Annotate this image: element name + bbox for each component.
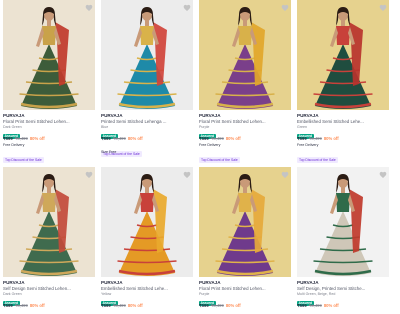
product-image[interactable] — [3, 0, 95, 110]
price-row: ₹599 ₹3,499 80% off — [297, 135, 389, 142]
product-mrp: ₹3,499 — [210, 303, 224, 308]
wishlist-heart-icon[interactable] — [85, 171, 93, 179]
product-mrp: ₹3,499 — [210, 136, 224, 141]
product-card[interactable]: PURVAJA Self Design, Printed Semi Stitche… — [297, 167, 389, 314]
product-mrp: ₹3,499 — [308, 136, 322, 141]
product-info: PURVAJA Self Design, Printed Semi Stitche… — [297, 280, 389, 309]
product-price: ₹599 — [3, 136, 13, 141]
product-discount: 80% off — [323, 303, 339, 308]
product-info: PURVAJA Embellished Semi Stitched Lehe...… — [297, 113, 389, 163]
product-image[interactable] — [199, 167, 291, 277]
product-price: ₹599 — [297, 303, 307, 308]
wishlist-heart-icon[interactable] — [85, 4, 93, 12]
wishlist-heart-icon[interactable] — [281, 171, 289, 179]
product-discount: 80% off — [29, 136, 45, 141]
product-info: PURVAJA Floral Print Semi Stitched Lehen.… — [3, 113, 95, 163]
price-row: ₹599 ₹3,499 80% off — [199, 302, 291, 309]
product-card[interactable]: PURVAJA Floral Print Semi Stitched Lehen.… — [199, 167, 291, 314]
product-card[interactable]: PURVAJA Printed Semi Stitched Lehenga ...… — [101, 0, 193, 160]
product-card[interactable]: PURVAJA Embellished Semi Stitched Lehe...… — [297, 0, 389, 163]
product-mrp: ₹3,499 — [14, 136, 28, 141]
price-row: ₹599 ₹3,499 80% off — [199, 135, 291, 142]
product-info: PURVAJA Printed Semi Stitched Lehenga ...… — [101, 113, 193, 157]
product-image[interactable] — [3, 167, 95, 277]
product-card[interactable]: PURVAJA Floral Print Semi Stitched Lehen.… — [199, 0, 291, 163]
product-mrp: ₹3,499 — [308, 303, 322, 308]
product-price: ₹599 — [101, 303, 111, 308]
product-discount: 80% off — [225, 303, 241, 308]
price-row: ₹599 ₹3,499 80% off — [297, 302, 389, 309]
product-price: ₹599 — [101, 136, 111, 141]
product-price: ₹599 — [297, 136, 307, 141]
product-discount: 80% off — [225, 136, 241, 141]
wishlist-heart-icon[interactable] — [183, 4, 191, 12]
size-label: Size Free — [101, 150, 117, 154]
product-price: ₹599 — [3, 303, 13, 308]
product-info: PURVAJA Self Design Semi Stitched Lehen..… — [3, 280, 95, 309]
wishlist-heart-icon[interactable] — [183, 171, 191, 179]
product-image[interactable] — [297, 0, 389, 110]
wishlist-heart-icon[interactable] — [379, 171, 387, 179]
price-row: ₹599 ₹3,499 80% off — [3, 135, 95, 142]
price-row: ₹599 ₹3,499 80% off — [101, 302, 193, 309]
sale-tag: Top Discount of the Sale — [297, 157, 338, 163]
product-card[interactable]: PURVAJA Floral Print Semi Stitched Lehen.… — [3, 0, 95, 163]
product-price: ₹599 — [199, 136, 209, 141]
wishlist-heart-icon[interactable] — [281, 4, 289, 12]
product-card[interactable]: PURVAJA Embellished Semi Stitched Lehe...… — [101, 167, 193, 314]
product-info: PURVAJA Embellished Semi Stitched Lehe...… — [101, 280, 193, 309]
product-image[interactable] — [101, 167, 193, 277]
product-discount: 80% off — [127, 303, 143, 308]
wishlist-heart-icon[interactable] — [379, 4, 387, 12]
product-grid: PURVAJA Floral Print Semi Stitched Lehen.… — [0, 0, 400, 314]
product-info: PURVAJA Floral Print Semi Stitched Lehen.… — [199, 280, 291, 309]
product-discount: 80% off — [127, 136, 143, 141]
price-row: ₹599 ₹3,499 80% off — [101, 135, 193, 142]
product-image[interactable] — [101, 0, 193, 110]
product-price: ₹599 — [199, 303, 209, 308]
sale-tag: Top Discount of the Sale — [3, 157, 44, 163]
product-mrp: ₹3,499 — [14, 303, 28, 308]
product-image[interactable] — [297, 167, 389, 277]
product-mrp: ₹3,499 — [112, 303, 126, 308]
product-info: PURVAJA Floral Print Semi Stitched Lehen.… — [199, 113, 291, 163]
sale-tag: Top Discount of the Sale — [199, 157, 240, 163]
product-mrp: ₹3,499 — [112, 136, 126, 141]
product-card[interactable]: PURVAJA Self Design Semi Stitched Lehen..… — [3, 167, 95, 314]
price-row: ₹599 ₹3,499 80% off — [3, 302, 95, 309]
product-image[interactable] — [199, 0, 291, 110]
product-discount: 80% off — [29, 303, 45, 308]
product-discount: 80% off — [323, 136, 339, 141]
